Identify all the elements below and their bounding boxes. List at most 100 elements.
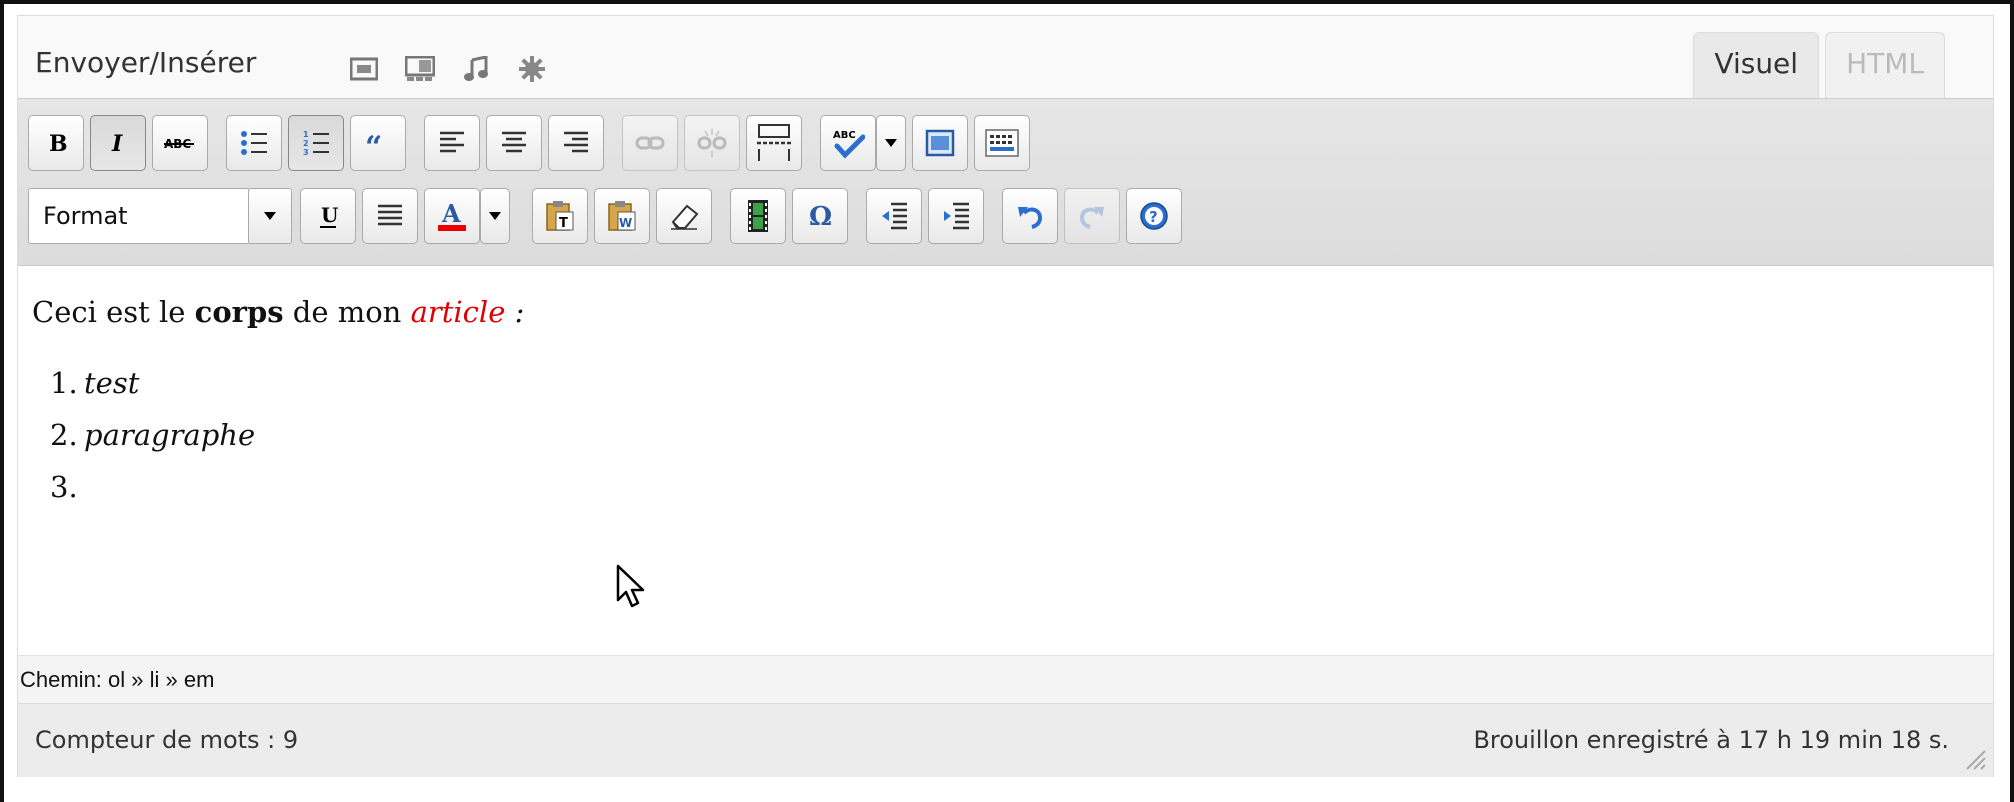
svg-text:2: 2 xyxy=(303,139,309,148)
remove-format-button[interactable] xyxy=(656,188,712,244)
element-path-bar: Chemin: ol » li » em xyxy=(18,655,1993,703)
text-color-dropdown[interactable] xyxy=(480,188,510,244)
help-button[interactable]: ? xyxy=(1126,188,1182,244)
spellcheck-icon: ABC xyxy=(833,130,865,159)
paste-text-icon: T xyxy=(546,201,574,231)
strikethrough-button[interactable]: ABC xyxy=(152,115,208,171)
strikethrough-icon: ABC xyxy=(164,137,194,151)
fullscreen-button[interactable] xyxy=(912,115,968,171)
intro-red-italic-text: article xyxy=(410,295,506,329)
embed-media-button[interactable] xyxy=(730,188,786,244)
svg-text:B: B xyxy=(49,131,68,155)
more-tag-button[interactable] xyxy=(746,115,802,171)
svg-text:A: A xyxy=(441,200,461,228)
link-button[interactable] xyxy=(622,115,678,171)
tab-html[interactable]: HTML xyxy=(1825,32,1945,98)
intro-text: Ceci est le xyxy=(32,295,195,329)
ordered-list: 1. test 2. paragraphe 3. xyxy=(32,361,1979,509)
audio-icon[interactable] xyxy=(460,53,492,85)
format-select-dropdown[interactable] xyxy=(248,188,292,244)
list-item: 1. test xyxy=(50,366,140,400)
redo-icon xyxy=(1079,207,1104,229)
align-center-icon xyxy=(502,131,526,153)
justify-button[interactable] xyxy=(362,188,418,244)
status-bar: Compteur de mots : 9 Brouillon enregistr… xyxy=(18,703,1993,777)
unlink-icon xyxy=(697,129,727,157)
align-right-icon xyxy=(564,131,588,153)
svg-text:T: T xyxy=(559,216,568,231)
unordered-list-button[interactable] xyxy=(226,115,282,171)
svg-text:U: U xyxy=(321,203,338,227)
align-left-button[interactable] xyxy=(424,115,480,171)
intro-bold-text: corps xyxy=(194,295,284,329)
tab-visual[interactable]: Visuel xyxy=(1693,32,1820,98)
bold-icon: B xyxy=(49,131,68,155)
special-char-button[interactable]: Ω xyxy=(792,188,848,244)
help-icon: ? xyxy=(1140,202,1168,230)
omega-icon: Ω xyxy=(809,202,832,230)
text-color-icon: A xyxy=(438,200,466,231)
align-right-button[interactable] xyxy=(548,115,604,171)
gallery-icon[interactable] xyxy=(404,53,436,85)
kitchen-sink-icon xyxy=(985,129,1019,157)
underline-button[interactable]: U xyxy=(300,188,356,244)
fullscreen-icon xyxy=(925,129,955,157)
outdent-button[interactable] xyxy=(866,188,922,244)
italic-icon: I xyxy=(111,131,123,155)
unordered-list-icon xyxy=(241,131,267,155)
intro-paragraph: Ceci est le corps de mon article : xyxy=(32,295,1979,329)
draft-saved-status: Brouillon enregistré à 17 h 19 min 18 s. xyxy=(1473,726,1949,754)
italic-button[interactable]: I xyxy=(90,115,146,171)
media-buttons xyxy=(348,54,548,84)
word-count: Compteur de mots : 9 xyxy=(35,726,299,754)
link-icon xyxy=(635,136,665,150)
chevron-down-icon xyxy=(489,212,501,220)
paste-word-button[interactable]: W xyxy=(594,188,650,244)
outdent-icon xyxy=(882,202,907,230)
chevron-down-icon xyxy=(885,139,897,147)
text-color-button[interactable]: A xyxy=(424,188,480,244)
ordered-list-icon: 123 xyxy=(303,130,329,157)
format-select[interactable]: Format xyxy=(28,188,250,244)
align-center-button[interactable] xyxy=(486,115,542,171)
media-icon[interactable] xyxy=(516,53,548,85)
justify-icon xyxy=(378,204,402,226)
svg-text:?: ? xyxy=(1149,208,1158,226)
indent-button[interactable] xyxy=(928,188,984,244)
align-left-icon xyxy=(440,131,464,153)
ordered-list-button[interactable]: 123 xyxy=(288,115,344,171)
svg-text:I: I xyxy=(111,131,123,155)
unlink-button[interactable] xyxy=(684,115,740,171)
underline-icon: U xyxy=(320,203,338,228)
spellcheck-button[interactable]: ABC xyxy=(820,115,876,171)
spellcheck-dropdown[interactable] xyxy=(876,115,906,171)
blockquote-button[interactable]: “ xyxy=(350,115,406,171)
chevron-down-icon xyxy=(264,212,276,220)
indent-icon xyxy=(944,202,969,230)
paste-word-icon: W xyxy=(608,201,636,231)
resize-grip-icon[interactable] xyxy=(1963,747,1987,771)
window-frame: Envoyer/Insérer Visuel HTML B I ABC 1 2 … xyxy=(0,0,2014,802)
intro-text: de mon xyxy=(283,295,411,329)
kitchen-sink-button[interactable] xyxy=(974,115,1030,171)
more-tag-icon xyxy=(757,124,791,161)
formatting-toolbar: B I ABC 123 “ ABC Format U A T W Ω ? xyxy=(18,98,1993,266)
upload-insert-label: Envoyer/Insérer xyxy=(35,46,257,79)
mouse-pointer-icon xyxy=(616,564,645,608)
undo-button[interactable] xyxy=(1002,188,1058,244)
svg-text:W: W xyxy=(619,216,632,230)
paste-text-button[interactable]: T xyxy=(532,188,588,244)
list-item: 3. xyxy=(50,470,78,504)
bold-button[interactable]: B xyxy=(28,115,84,171)
editor-content-area[interactable]: Ceci est le corps de mon article : 1. tes… xyxy=(18,267,1993,655)
blockquote-icon: “ xyxy=(365,131,382,155)
post-editor: Envoyer/Insérer Visuel HTML B I ABC 1 2 … xyxy=(17,15,1994,777)
list-item: 2. paragraphe xyxy=(50,418,256,452)
svg-text:1: 1 xyxy=(303,130,309,139)
svg-text:ABC: ABC xyxy=(833,130,856,141)
image-icon[interactable] xyxy=(348,53,380,85)
intro-text: : xyxy=(505,295,525,329)
redo-button[interactable] xyxy=(1064,188,1120,244)
svg-text:3: 3 xyxy=(303,148,309,157)
editor-tabs: Visuel HTML xyxy=(1693,32,1945,98)
